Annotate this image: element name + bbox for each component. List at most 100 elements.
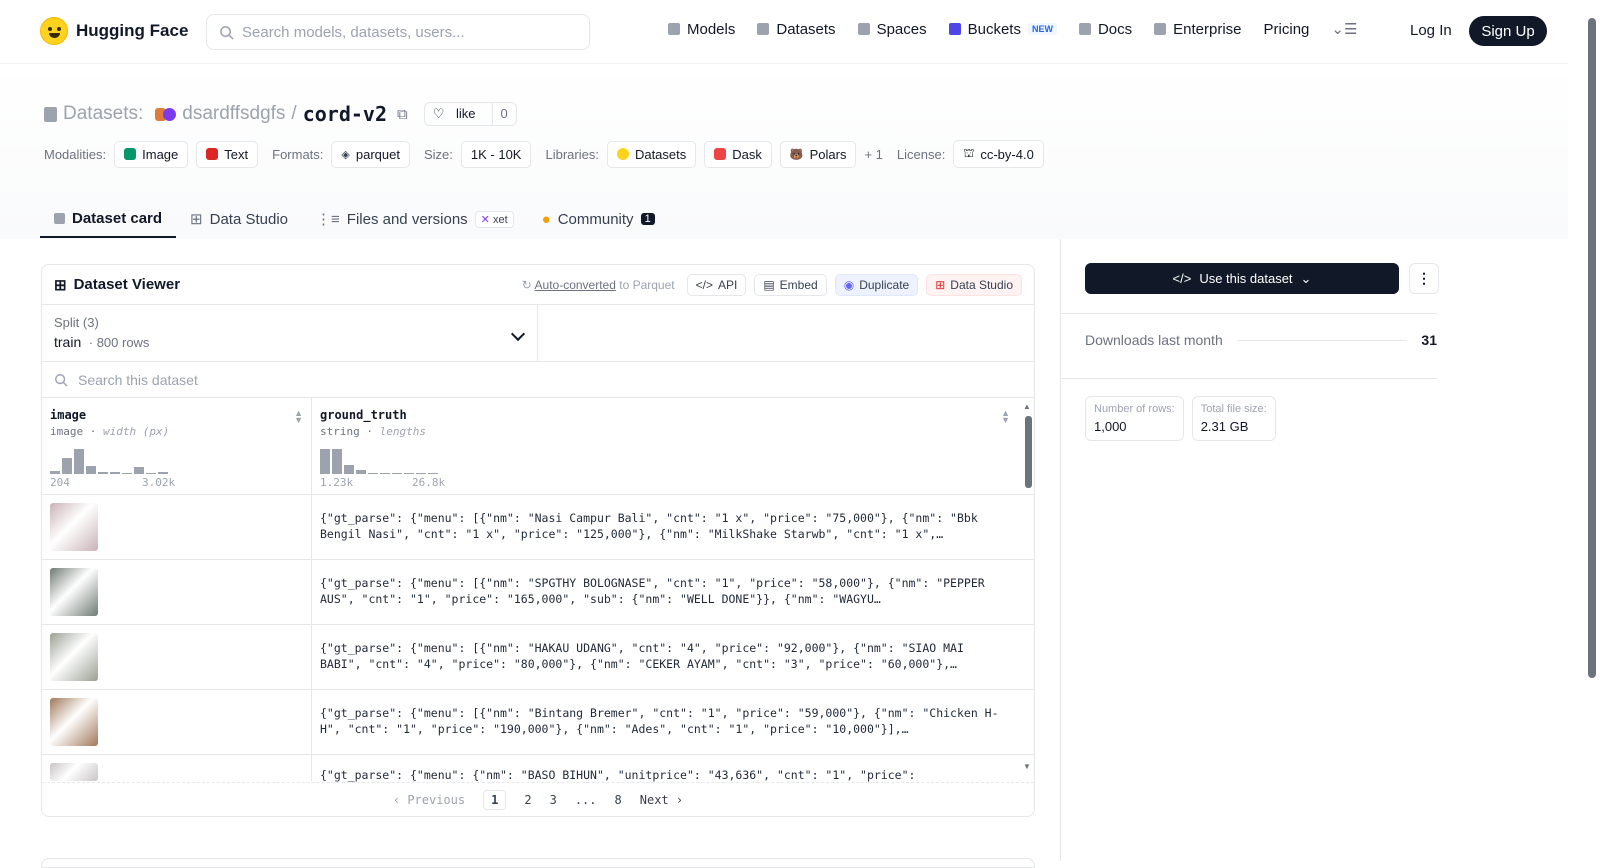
- histogram-bar[interactable]: [134, 467, 144, 474]
- nav-buckets[interactable]: Buckets NEW: [948, 20, 1057, 38]
- histogram-bar[interactable]: [98, 472, 108, 474]
- signup-button[interactable]: Sign Up: [1469, 16, 1547, 46]
- repo-name[interactable]: cord-v2: [303, 102, 387, 126]
- histogram-bar[interactable]: [380, 473, 390, 474]
- dataset-search-input[interactable]: Search this dataset: [42, 362, 1034, 398]
- datasets-prefix[interactable]: Datasets:: [63, 103, 143, 125]
- nav-datasets[interactable]: Datasets: [757, 21, 836, 38]
- auto-converted-link[interactable]: Auto-converted: [535, 278, 616, 292]
- tab-data-studio[interactable]: ⊞ Data Studio: [176, 200, 302, 238]
- column-header-ground-truth[interactable]: ground_truth string · lengths 1.23k 26.8k…: [312, 398, 1018, 494]
- previous-button[interactable]: ‹ Previous: [393, 793, 465, 807]
- login-link[interactable]: Log In: [1410, 22, 1452, 39]
- table-row[interactable]: {"gt_parse": {"menu": [{"nm": "Nasi Camp…: [42, 495, 1034, 560]
- search-icon: [220, 25, 234, 40]
- page-1[interactable]: 1: [483, 789, 507, 810]
- receipt-thumbnail[interactable]: [50, 633, 98, 681]
- histogram-bar[interactable]: [404, 473, 414, 474]
- modality-text-chip[interactable]: Text: [196, 140, 259, 168]
- embed-button[interactable]: ▤ Embed: [754, 273, 827, 296]
- histogram-bar[interactable]: [146, 473, 156, 474]
- tab-files-and-versions[interactable]: ⋮≡ Files and versions ✕ xet: [302, 200, 528, 238]
- grid-icon: [857, 23, 870, 35]
- receipt-thumbnail[interactable]: [50, 568, 98, 616]
- library-polars-chip[interactable]: 🐻 Polars: [779, 140, 857, 168]
- nav-enterprise[interactable]: Enterprise: [1154, 21, 1242, 38]
- owner-link[interactable]: dsardffsdgfs: [182, 103, 285, 125]
- split-value: train · 800 rows: [54, 334, 525, 350]
- table-row[interactable]: {"gt_parse": {"menu": [{"nm": "Bintang B…: [42, 690, 1034, 755]
- size-label: Size:: [423, 146, 453, 162]
- histogram-bar[interactable]: [332, 449, 342, 474]
- tab-dataset-card[interactable]: Dataset card: [40, 200, 177, 238]
- table-row[interactable]: {"gt_parse": {"menu": {"nm": "BASO BIHUN…: [42, 755, 1034, 782]
- histogram-bar[interactable]: [392, 473, 402, 474]
- histogram-bar[interactable]: [74, 449, 84, 474]
- histogram-bar[interactable]: [86, 466, 96, 474]
- next-button[interactable]: Next ›: [640, 793, 683, 807]
- path-separator: /: [291, 103, 297, 124]
- histogram[interactable]: [50, 446, 303, 474]
- viewer-title-text: Dataset Viewer: [73, 276, 181, 293]
- library-datasets-chip[interactable]: Datasets: [606, 140, 697, 168]
- files-icon: ⋮≡: [316, 211, 340, 228]
- histogram[interactable]: [320, 446, 1010, 474]
- histogram-bar[interactable]: [62, 458, 72, 474]
- library-dask-chip[interactable]: Dask: [704, 140, 772, 168]
- nav-pricing[interactable]: Pricing: [1264, 21, 1310, 38]
- nav-docs[interactable]: Docs: [1078, 21, 1132, 38]
- like-button[interactable]: ♡ like 0: [423, 102, 517, 126]
- nav-models[interactable]: Models: [668, 21, 735, 38]
- scroll-up-icon[interactable]: ▲: [1023, 402, 1031, 411]
- histogram-bar[interactable]: [416, 473, 426, 474]
- format-chip[interactable]: ◈ parquet: [331, 140, 410, 168]
- more-menu-icon[interactable]: ⌄☰: [1331, 20, 1357, 38]
- sort-icon[interactable]: ▲ ▼: [1001, 409, 1010, 425]
- histogram-bar[interactable]: [356, 470, 366, 474]
- copy-icon[interactable]: ⧉: [397, 106, 408, 123]
- receipt-thumbnail[interactable]: [50, 763, 98, 781]
- table-row[interactable]: {"gt_parse": {"menu": [{"nm": "SPGTHY BO…: [42, 560, 1034, 625]
- histogram-bar[interactable]: [368, 473, 378, 474]
- chip-label: parquet: [355, 146, 400, 162]
- dask-icon: [714, 148, 727, 160]
- logo[interactable]: Hugging Face: [40, 17, 188, 45]
- size-chip[interactable]: 1K - 10K: [460, 140, 532, 168]
- license-chip[interactable]: ⛫ cc-by-4.0: [953, 140, 1044, 168]
- page-8[interactable]: 8: [615, 793, 622, 807]
- more-options-button[interactable]: ⋮: [1409, 263, 1439, 294]
- libraries-more[interactable]: + 1: [864, 147, 882, 162]
- split-selector[interactable]: Split (3) train · 800 rows: [42, 305, 538, 361]
- histogram-bar[interactable]: [158, 472, 168, 474]
- data-studio-button[interactable]: ⊞ Data Studio: [926, 273, 1022, 296]
- api-button[interactable]: </> API: [686, 273, 747, 296]
- page-2[interactable]: 2: [524, 793, 531, 807]
- histogram-range: 204 3.02k: [50, 476, 303, 489]
- scrollbar-thumb[interactable]: [1025, 416, 1032, 488]
- histogram-bar[interactable]: [110, 472, 120, 474]
- nav-spaces[interactable]: Spaces: [857, 21, 927, 38]
- page-3[interactable]: 3: [550, 793, 557, 807]
- histogram-bar[interactable]: [344, 465, 354, 474]
- search-input[interactable]: Search models, datasets, users...: [206, 14, 590, 50]
- code-icon: </>: [1172, 271, 1192, 286]
- histogram-bar[interactable]: [50, 471, 60, 474]
- histogram-bar[interactable]: [428, 473, 438, 474]
- page-scrollbar[interactable]: [1588, 18, 1596, 678]
- table-scrollbar[interactable]: ▲ ▼: [1022, 398, 1034, 776]
- button-label: Data Studio: [950, 277, 1013, 292]
- scroll-down-icon[interactable]: ▼: [1023, 762, 1031, 771]
- receipt-thumbnail[interactable]: [50, 698, 98, 746]
- column-stat: lengths: [379, 425, 426, 438]
- table-row[interactable]: {"gt_parse": {"menu": [{"nm": "HAKAU UDA…: [42, 625, 1034, 690]
- tab-community[interactable]: ● Community 1: [528, 200, 669, 238]
- duplicate-button[interactable]: ◉ Duplicate: [834, 273, 919, 296]
- column-header-image[interactable]: image image · width (px) 204 3.02k ▲ ▼: [42, 398, 312, 494]
- histogram-bar[interactable]: [122, 473, 132, 474]
- histogram-bar[interactable]: [320, 449, 330, 474]
- nav-label: Buckets: [967, 20, 1021, 38]
- receipt-thumbnail[interactable]: [50, 503, 98, 551]
- modality-image-chip[interactable]: Image: [114, 140, 189, 168]
- use-this-dataset-button[interactable]: </> Use this dataset ⌄: [1085, 263, 1399, 294]
- sort-icon[interactable]: ▲ ▼: [294, 409, 303, 425]
